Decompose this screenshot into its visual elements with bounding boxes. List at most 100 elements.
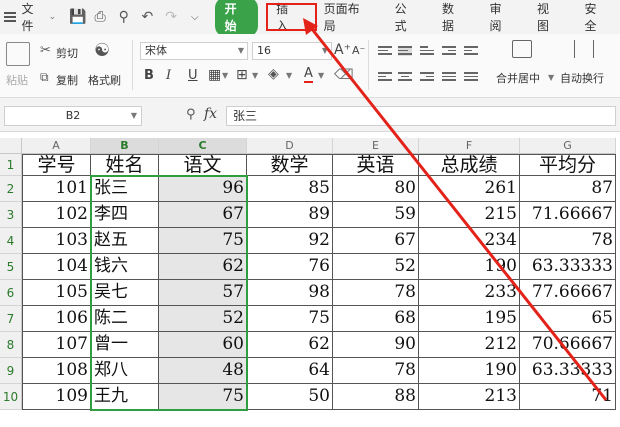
cell-name[interactable]: 赵五 bbox=[91, 228, 159, 254]
cell-total[interactable]: 190 bbox=[419, 254, 520, 280]
chevron-down-icon[interactable]: ▼ bbox=[548, 73, 554, 82]
cell-total[interactable]: 212 bbox=[419, 332, 520, 358]
formula-input[interactable]: 张三 bbox=[226, 106, 616, 126]
header-cell-math[interactable]: 数学 bbox=[247, 154, 333, 176]
cell-total[interactable]: 233 bbox=[419, 280, 520, 306]
chevron-down-icon[interactable]: ▼ bbox=[286, 71, 292, 80]
font-color-icon[interactable]: A bbox=[304, 67, 313, 83]
header-cell-id[interactable]: 学号 bbox=[22, 154, 91, 176]
tab-security[interactable]: 安全 bbox=[573, 0, 620, 34]
header-cell-name[interactable]: 姓名 bbox=[91, 154, 159, 176]
header-cell-english[interactable]: 英语 bbox=[333, 154, 419, 176]
auto-wrap-icon[interactable] bbox=[574, 40, 594, 58]
cell-chinese[interactable]: 67 bbox=[159, 202, 247, 228]
row-header-5[interactable]: 5 bbox=[0, 254, 22, 280]
cell-english[interactable]: 59 bbox=[333, 202, 419, 228]
align-right-icon[interactable] bbox=[420, 72, 434, 82]
cell-total[interactable]: 215 bbox=[419, 202, 520, 228]
header-cell-average[interactable]: 平均分 bbox=[520, 154, 616, 176]
tab-insert[interactable]: 插入 bbox=[264, 0, 318, 34]
cell-average[interactable]: 77.66667 bbox=[520, 280, 616, 306]
font-size-select[interactable]: 16 ▼ bbox=[252, 42, 332, 60]
cell-chinese[interactable]: 96 bbox=[159, 176, 247, 202]
merge-center-button[interactable]: 合并居中 bbox=[496, 70, 540, 86]
cell-total[interactable]: 261 bbox=[419, 176, 520, 202]
italic-button[interactable]: I bbox=[166, 68, 171, 83]
cell-average[interactable]: 63.33333 bbox=[520, 254, 616, 280]
column-header-d[interactable]: D bbox=[247, 138, 333, 154]
cell-chinese[interactable]: 57 bbox=[159, 280, 247, 306]
cell-chinese[interactable]: 48 bbox=[159, 358, 247, 384]
indent-icon[interactable] bbox=[442, 46, 456, 56]
align-top-icon[interactable] bbox=[378, 46, 392, 56]
redo-icon[interactable]: ↷ bbox=[164, 9, 178, 25]
scissors-icon[interactable]: ✂ bbox=[40, 43, 51, 58]
cell-average[interactable]: 71.66667 bbox=[520, 202, 616, 228]
row-header-10[interactable]: 10 bbox=[0, 384, 22, 410]
column-header-b[interactable]: B bbox=[91, 138, 159, 154]
cell-id[interactable]: 101 bbox=[22, 176, 91, 202]
merge-center-icon[interactable] bbox=[512, 40, 532, 58]
cell-chinese[interactable]: 75 bbox=[159, 228, 247, 254]
fill-color-icon[interactable]: ◈ bbox=[268, 66, 279, 82]
row-header-8[interactable]: 8 bbox=[0, 332, 22, 358]
cell-style-icon[interactable]: ⊞ bbox=[236, 67, 248, 83]
cell-average[interactable]: 87 bbox=[520, 176, 616, 202]
column-header-a[interactable]: A bbox=[22, 138, 91, 154]
more-icon[interactable]: ⌵ bbox=[188, 12, 202, 23]
cell-total[interactable]: 234 bbox=[419, 228, 520, 254]
cell-english[interactable]: 90 bbox=[333, 332, 419, 358]
border-icon[interactable]: ▦ bbox=[208, 67, 221, 83]
row-header-2[interactable]: 2 bbox=[0, 176, 22, 202]
cell-name[interactable]: 吴七 bbox=[91, 280, 159, 306]
select-all-corner[interactable] bbox=[0, 138, 22, 154]
cell-name[interactable]: 钱六 bbox=[91, 254, 159, 280]
header-cell-total[interactable]: 总成绩 bbox=[419, 154, 520, 176]
print-icon[interactable]: ⎙ bbox=[93, 9, 107, 25]
tab-view[interactable]: 视图 bbox=[525, 0, 572, 34]
cell-english[interactable]: 78 bbox=[333, 280, 419, 306]
file-menu[interactable]: 文件 ⌄ bbox=[0, 0, 64, 34]
name-box[interactable]: B2 ▼ bbox=[4, 106, 142, 126]
cell-math[interactable]: 85 bbox=[247, 176, 333, 202]
cell-math[interactable]: 76 bbox=[247, 254, 333, 280]
cell-average[interactable]: 71 bbox=[520, 384, 616, 410]
row-header-4[interactable]: 4 bbox=[0, 228, 22, 254]
chevron-down-icon[interactable]: ▼ bbox=[222, 71, 228, 80]
cell-chinese[interactable]: 60 bbox=[159, 332, 247, 358]
row-header-9[interactable]: 9 bbox=[0, 358, 22, 384]
cell-name[interactable]: 曾一 bbox=[91, 332, 159, 358]
undo-icon[interactable]: ↶ bbox=[141, 9, 155, 25]
align-left-icon[interactable] bbox=[378, 72, 392, 82]
cell-english[interactable]: 68 bbox=[333, 306, 419, 332]
grow-font-icon[interactable]: A⁺ bbox=[334, 42, 351, 58]
tab-start[interactable]: 开始 bbox=[214, 0, 259, 37]
eraser-icon[interactable]: ⌫ bbox=[334, 67, 354, 83]
bold-button[interactable]: B bbox=[144, 68, 154, 83]
row-header-3[interactable]: 3 bbox=[0, 202, 22, 228]
cell-average[interactable]: 63.33333 bbox=[520, 358, 616, 384]
chevron-down-icon[interactable]: ▼ bbox=[318, 71, 324, 80]
format-painter-button[interactable]: 格式刷 bbox=[88, 72, 121, 88]
paste-icon[interactable] bbox=[6, 42, 30, 66]
fx-icon[interactable]: fx bbox=[204, 106, 217, 122]
cell-name[interactable]: 张三 bbox=[91, 176, 159, 202]
cell-math[interactable]: 50 bbox=[247, 384, 333, 410]
cut-button[interactable]: 剪切 bbox=[56, 45, 78, 61]
distribute-icon[interactable] bbox=[464, 72, 478, 82]
column-header-f[interactable]: F bbox=[419, 138, 520, 154]
cell-math[interactable]: 62 bbox=[247, 332, 333, 358]
row-header-6[interactable]: 6 bbox=[0, 280, 22, 306]
font-name-select[interactable]: 宋体 ▼ bbox=[140, 42, 248, 60]
cell-english[interactable]: 52 bbox=[333, 254, 419, 280]
cell-average[interactable]: 70.66667 bbox=[520, 332, 616, 358]
cell-english[interactable]: 67 bbox=[333, 228, 419, 254]
cell-math[interactable]: 64 bbox=[247, 358, 333, 384]
cell-id[interactable]: 109 bbox=[22, 384, 91, 410]
tab-review[interactable]: 审阅 bbox=[478, 0, 525, 34]
cell-name[interactable]: 郑八 bbox=[91, 358, 159, 384]
tab-page-layout[interactable]: 页面布局 bbox=[312, 0, 383, 34]
print-preview-icon[interactable]: ⚲ bbox=[117, 9, 131, 25]
cell-math[interactable]: 89 bbox=[247, 202, 333, 228]
cell-math[interactable]: 75 bbox=[247, 306, 333, 332]
